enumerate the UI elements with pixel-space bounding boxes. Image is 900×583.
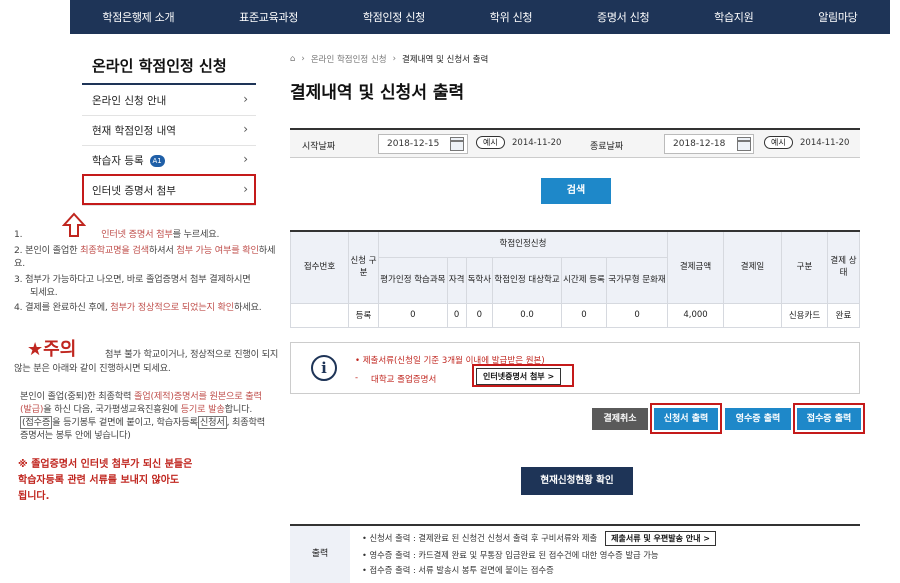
chevron-right-icon: › <box>243 122 248 136</box>
nav-item-intro[interactable]: 학점은행제 소개 <box>102 9 174 25</box>
search-button[interactable]: 검색 <box>541 178 611 204</box>
a1-badge: A1 <box>149 154 165 167</box>
caution-line-2: 않는 분은 아래와 같이 진행하시면 되세요. <box>14 363 171 374</box>
caution-paragraph: 본인이 졸업(중퇴)한 최종학력 졸업(제적)증명서를 원본으로 출력 (발급)… <box>20 391 266 441</box>
sidebar-item-guide[interactable]: 온라인 신청 안내 › <box>82 86 256 116</box>
cell-value: 0 <box>378 302 448 328</box>
nav-item-degree-apply[interactable]: 학위 신청 <box>490 9 533 25</box>
calendar-icon[interactable] <box>450 137 464 151</box>
caution-title: ★주의 <box>27 339 77 360</box>
column-header: 시간제 등록 <box>560 256 608 304</box>
chevron-right-icon: › <box>392 54 397 64</box>
top-nav: 학점은행제 소개 표준교육과정 학점인정 신청 학위 신청 증명서 신청 학습지… <box>70 0 890 34</box>
nav-item-certificate[interactable]: 증명서 신청 <box>597 9 650 25</box>
highlight-box-print-accept <box>793 403 865 434</box>
chevron-right-icon: › <box>301 54 305 64</box>
column-header: 독학사 <box>465 256 494 304</box>
sidebar-item-learner-register[interactable]: 학습자 등록 A1 › <box>82 146 256 176</box>
highlight-box-print-app <box>650 403 722 434</box>
annotation-step-4: 4. 결제를 완료하신 후에, 첨부가 정상적으로 되었는지 확인하세요. <box>14 302 262 313</box>
highlight-box-attach <box>472 364 574 387</box>
sidebar-item-current-credits[interactable]: 현재 학점인정 내역 › <box>82 116 256 146</box>
docs-mail-guide-button[interactable]: 제출서류 및 우편발송 안내 > <box>605 531 716 546</box>
sidebar-divider <box>82 83 256 85</box>
cell-value: 0 <box>606 302 668 328</box>
nav-item-support[interactable]: 학습지원 <box>714 9 754 25</box>
caution-line-1: 첨부 불가 학교이거나, 정상적으로 진행이 되지 <box>105 349 279 360</box>
column-header: 결제 상태 <box>827 230 860 304</box>
column-header: 자격 <box>446 256 467 304</box>
annotation-step-3: 3. 첨부가 가능하다고 나오면, 바로 졸업증명서 첨부 결제하시면 되세요. <box>14 274 251 298</box>
cell-value: 0 <box>446 302 467 328</box>
search-panel: 시작날짜 2018-12-15 예시 2014-11-20 종료날짜 2018-… <box>290 128 860 158</box>
nav-item-curriculum[interactable]: 표준교육과정 <box>239 9 298 25</box>
column-header: 구분 <box>781 230 828 304</box>
info-dash: - <box>355 373 359 383</box>
breadcrumb-parent[interactable]: 온라인 학점인정 신청 <box>311 53 387 65</box>
nav-item-notice[interactable]: 알림마당 <box>818 9 858 25</box>
breadcrumb-current: 결제내역 및 신청서 출력 <box>402 55 489 65</box>
cell-status: 완료 <box>827 302 860 328</box>
breadcrumb: ⌂ › 온라인 학점인정 신청 › 결제내역 및 신청서 출력 <box>290 53 488 65</box>
start-date-label: 시작날짜 <box>302 142 336 152</box>
output-line-1: • 신청서 출력 : 결제완료 된 신청건 신청서 출력 후 구비서류와 제출 제… <box>362 531 716 546</box>
output-info: 출력 • 신청서 출력 : 결제완료 된 신청건 신청서 출력 후 구비서류와 … <box>290 524 860 583</box>
sidebar-title: 온라인 학점인정 신청 <box>92 57 227 75</box>
example-badge: 예시 <box>764 136 793 149</box>
column-header: 결제일 <box>723 230 782 304</box>
chevron-right-icon: › <box>243 92 248 106</box>
example-date: 2014-11-20 <box>512 138 562 148</box>
output-line-3: • 접수증 출력 : 서류 발송시 봉투 겉면에 붙이는 접수증 <box>362 565 554 575</box>
sidebar-item-label: 온라인 신청 안내 <box>92 95 167 107</box>
home-icon[interactable]: ⌂ <box>290 54 295 64</box>
column-header: 평가인정 학습과목 <box>378 256 448 304</box>
annotation-step-2: 2. 본인이 졸업한 최종학교명을 검색하셔서 첨부 가능 여부를 확인하세요. <box>14 245 276 269</box>
info-icon: i <box>311 355 337 381</box>
column-header: 결제금액 <box>667 230 724 304</box>
cell-value: 0.0 <box>492 302 562 328</box>
column-header: 신청 구분 <box>348 230 379 304</box>
warning-note: ※ 졸업증명서 인터넷 첨부가 되신 분들은 학습자등록 관련 서류를 보내지 … <box>18 459 193 502</box>
column-header: 학점인정신청 <box>378 230 668 258</box>
cell-date <box>723 302 782 328</box>
example-badge: 예시 <box>476 136 505 149</box>
cancel-payment-button[interactable]: 결제취소 <box>592 408 648 430</box>
info-box: i • 제출서류(신청일 기준 3개월 이내에 발급받은 원본) - 대학교 졸… <box>290 342 860 394</box>
cell-apptype: 등록 <box>348 302 379 328</box>
annotation-step-1: 1. 인터넷 증명서 첨부를 누르세요. <box>14 229 220 240</box>
cell-value: 0 <box>465 302 494 328</box>
sidebar-item-label: 현재 학점인정 내역 <box>92 125 176 137</box>
output-label: 출력 <box>290 526 350 583</box>
column-header: 접수번호 <box>290 230 349 304</box>
end-date-label: 종료날짜 <box>590 142 624 152</box>
info-diploma: 대학교 졸업증명서 <box>371 375 437 385</box>
column-header: 학점인정 대상학교 <box>492 256 562 304</box>
current-status-button[interactable]: 현재신청현황 확인 <box>521 467 633 495</box>
cell-value: 0 <box>560 302 608 328</box>
cell-amount: 4,000 <box>667 302 724 328</box>
sidebar-item-label: 학습자 등록 <box>92 155 144 167</box>
page-title: 결제내역 및 신청서 출력 <box>290 83 465 103</box>
cell-receipt <box>290 302 349 328</box>
highlight-box-sidebar <box>82 174 256 205</box>
chevron-right-icon: › <box>243 152 248 166</box>
cell-method: 신용카드 <box>781 302 828 328</box>
table-row: 등록 0 0 0 0.0 0 0 4,000 신용카드 완료 <box>290 302 860 328</box>
nav-item-credit-apply[interactable]: 학점인정 신청 <box>363 9 425 25</box>
payment-table: 접수번호 신청 구분 학점인정신청 결제금액 결제일 구분 결제 상태 평가인정… <box>290 230 860 328</box>
calendar-icon[interactable] <box>737 137 751 151</box>
print-receipt-button[interactable]: 영수증 출력 <box>725 408 791 430</box>
output-line-2: • 영수증 출력 : 카드결제 완료 및 무통장 입금완료 된 접수건에 대한 … <box>362 550 659 560</box>
example-date: 2014-11-20 <box>800 138 850 148</box>
column-header: 국가무형 문화재 <box>606 256 668 304</box>
